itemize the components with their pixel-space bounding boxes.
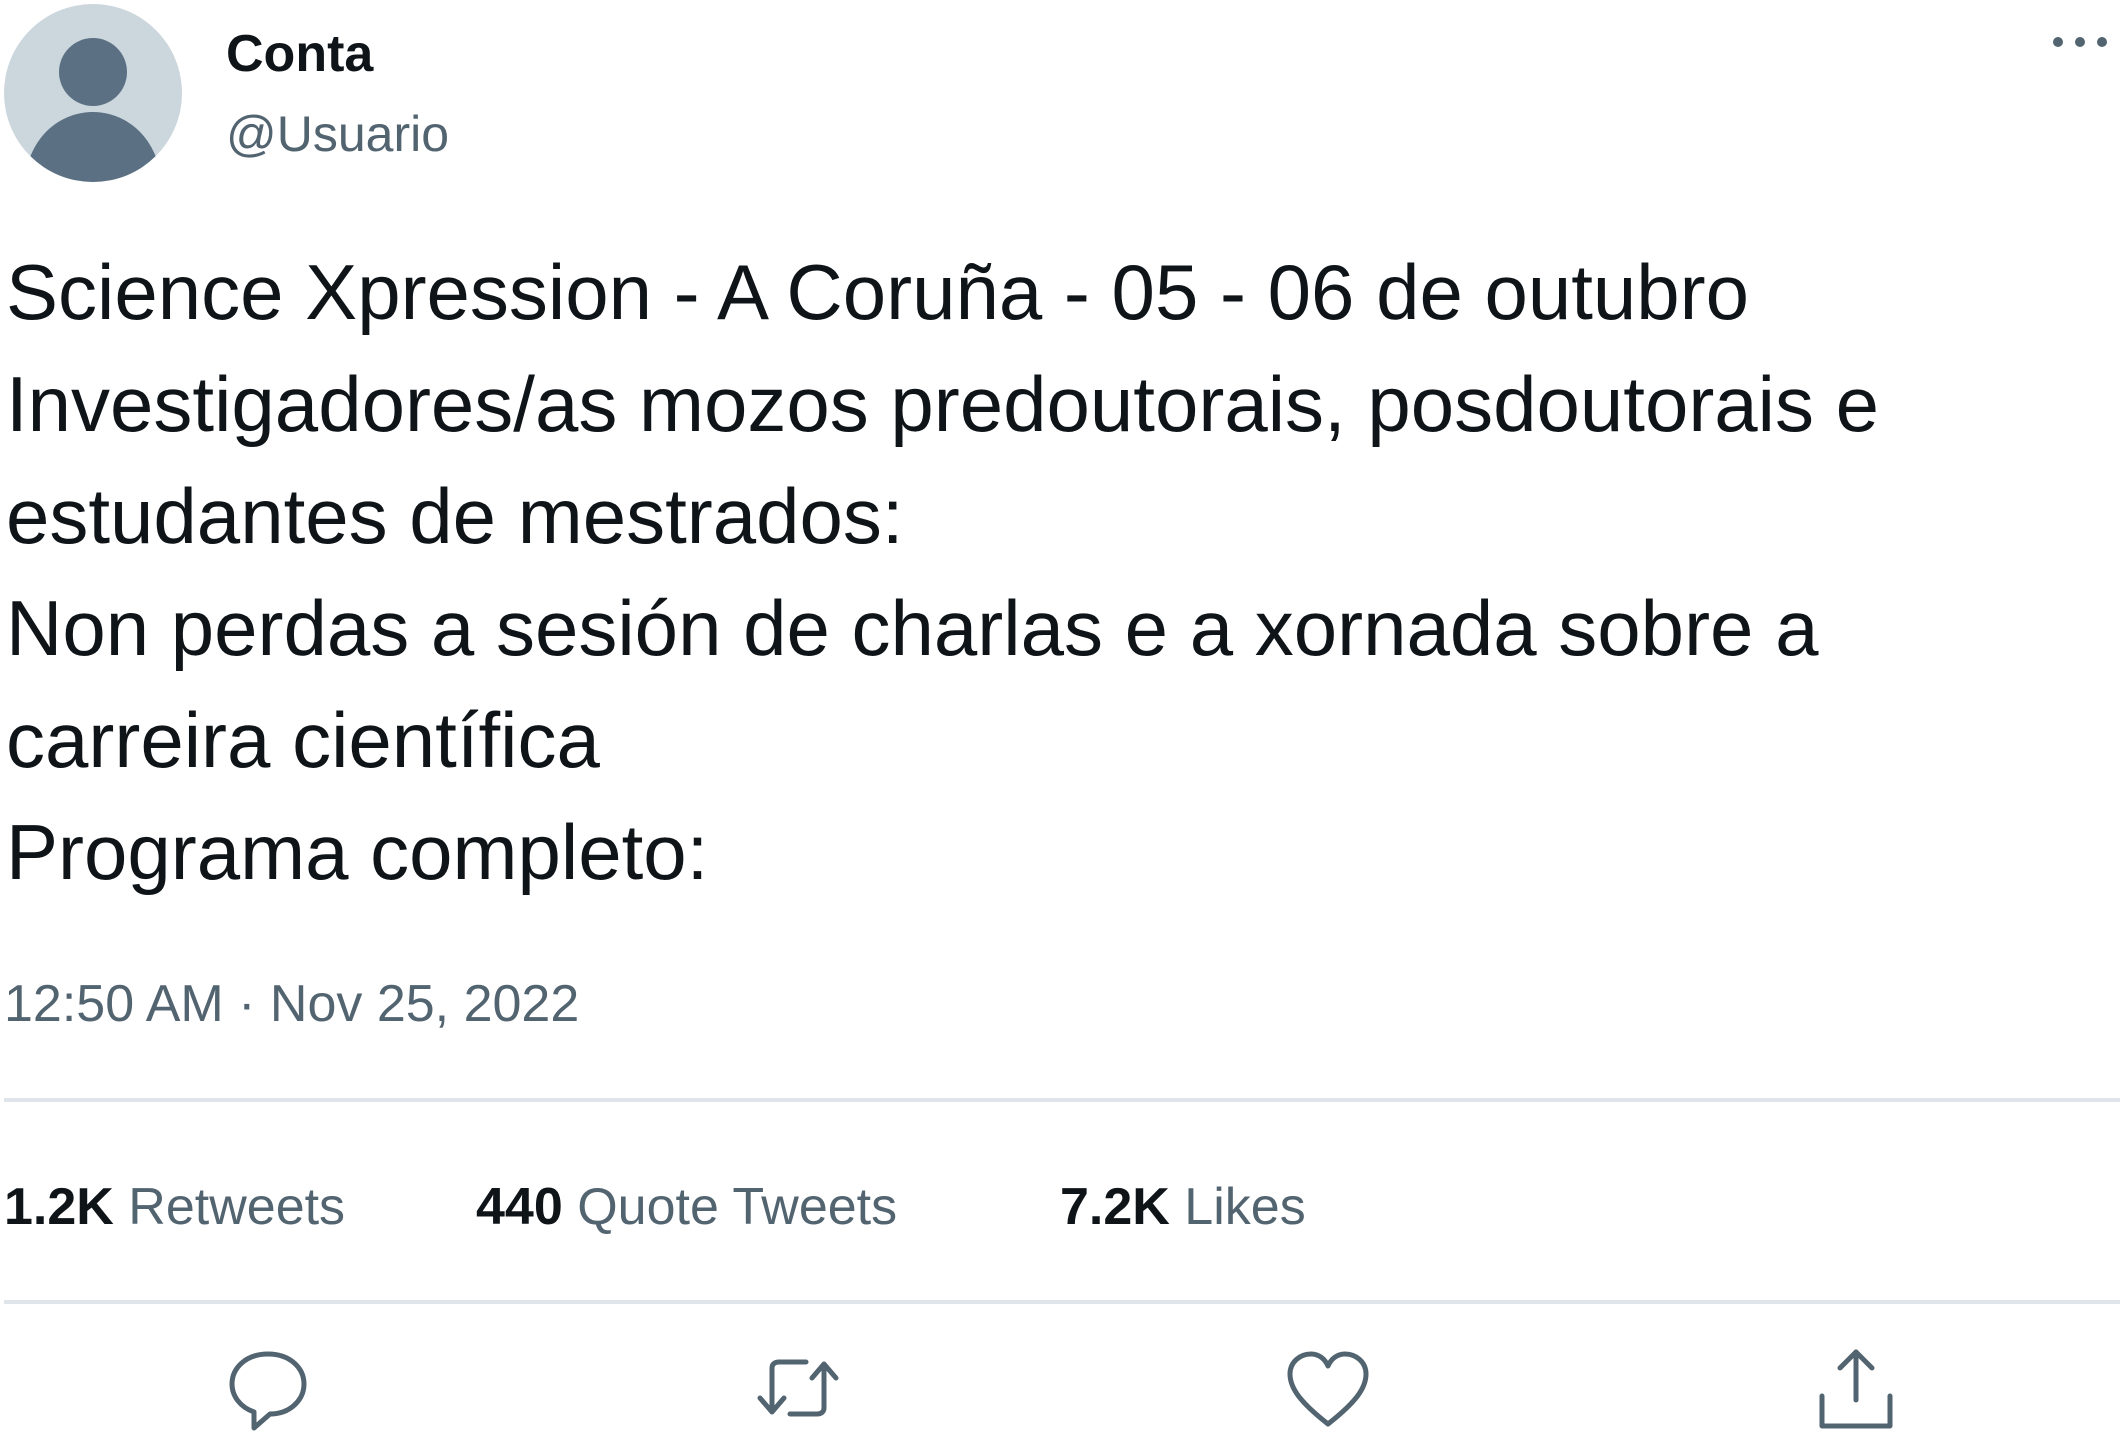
- tweet-card: Conta @Usuario Science Xpression - A Cor…: [0, 0, 2125, 1437]
- retweets-count: 1.2K: [4, 1178, 114, 1236]
- avatar[interactable]: [4, 4, 182, 182]
- default-profile-icon: [24, 38, 162, 182]
- display-name[interactable]: Conta: [226, 22, 373, 86]
- divider: [4, 1098, 2120, 1102]
- like-button[interactable]: [1280, 1340, 1376, 1436]
- likes-label: Likes: [1184, 1178, 1306, 1236]
- quote-tweets-stat[interactable]: 440 Quote Tweets: [476, 1172, 897, 1242]
- reply-button[interactable]: [220, 1340, 316, 1436]
- retweets-stat[interactable]: 1.2K Retweets: [4, 1172, 345, 1242]
- retweet-button[interactable]: [750, 1340, 846, 1436]
- tweet-text-line: Non perdas a sesión de charlas e a xorna…: [6, 584, 1819, 672]
- likes-stat[interactable]: 7.2K Likes: [1060, 1172, 1306, 1242]
- tweet-text-line: estudantes de mestrados:: [6, 472, 904, 560]
- divider: [4, 1300, 2120, 1304]
- retweet-icon: [757, 1359, 839, 1417]
- like-icon: [1287, 1351, 1369, 1427]
- share-icon: [1819, 1349, 1893, 1429]
- tweet-text-line: carreira científica: [6, 696, 600, 784]
- retweets-label: Retweets: [128, 1178, 346, 1236]
- tweet-text: Science Xpression - A Coruña - 05 - 06 d…: [6, 236, 2106, 908]
- tweet-text-line: Science Xpression - A Coruña - 05 - 06 d…: [6, 248, 1750, 336]
- more-horizontal-icon: [2053, 37, 2107, 47]
- more-options-button[interactable]: [2040, 14, 2120, 70]
- quote-tweets-label: Quote Tweets: [577, 1178, 898, 1236]
- user-handle[interactable]: @Usuario: [226, 102, 449, 166]
- tweet-text-line: Investigadores/as mozos predoutorais, po…: [6, 360, 1880, 448]
- likes-count: 7.2K: [1060, 1178, 1170, 1236]
- reply-icon: [229, 1351, 307, 1431]
- tweet-text-line: Programa completo:: [6, 808, 709, 896]
- tweet-actions-bar: [0, 1340, 2125, 1437]
- share-button[interactable]: [1808, 1340, 1904, 1436]
- quote-tweets-count: 440: [476, 1178, 563, 1236]
- tweet-timestamp[interactable]: 12:50 AM · Nov 25, 2022: [4, 972, 579, 1036]
